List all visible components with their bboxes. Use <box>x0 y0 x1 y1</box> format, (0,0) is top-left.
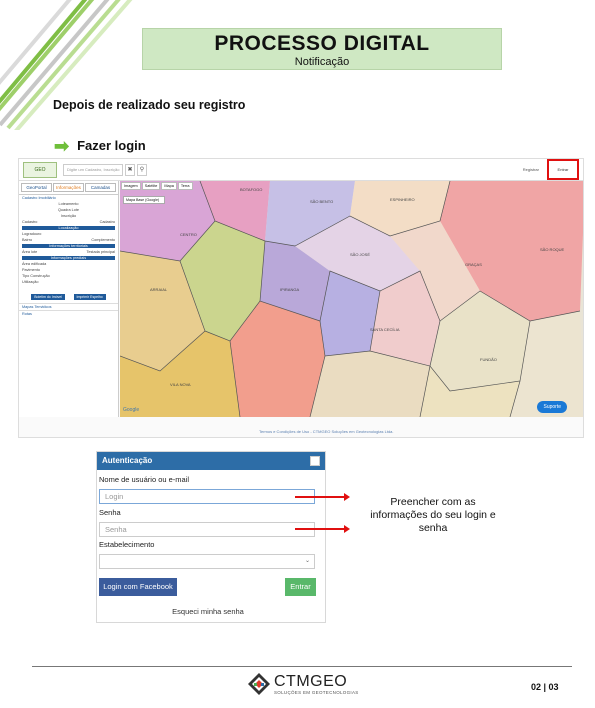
login-top-button[interactable]: Entrar <box>547 159 579 180</box>
register-link[interactable]: Registrar <box>523 167 539 172</box>
page-title: PROCESSO DIGITAL <box>214 32 430 55</box>
map-label: IPIRANGA <box>280 287 299 292</box>
map-label: SANTA CECÍLIA <box>370 327 400 332</box>
login-form-title: Autenticação <box>102 456 153 465</box>
sidebar-field: Área lote <box>22 250 38 254</box>
map-label: BOTAFOGO <box>240 187 262 192</box>
ctmgeo-logo-icon <box>248 673 270 695</box>
company-name: CTMGEO <box>274 672 348 690</box>
intro-text: Depois de realizado seu registro <box>53 98 246 112</box>
login-form-header: Autenticação <box>97 452 325 470</box>
geoportal-screenshot: GEO Digite um Cadastro, Inscrição ✖ ⚲ Re… <box>18 158 584 438</box>
sidebar-head: Informações territoriais <box>22 244 115 248</box>
sidebar-head: Informações prediais <box>22 256 115 260</box>
boletim-button[interactable]: Boletim do Imóvel <box>31 294 66 300</box>
tab-informacoes[interactable]: Informações <box>53 183 84 192</box>
establishment-select[interactable]: ⌄ <box>99 554 315 569</box>
map-tab[interactable]: Mapa <box>161 182 177 190</box>
google-logo: Google <box>123 407 140 413</box>
geoportal-topbar: GEO Digite um Cadastro, Inscrição ✖ ⚲ Re… <box>19 159 583 181</box>
sidebar-collapsed[interactable]: Rotas <box>19 310 118 317</box>
tab-camadas[interactable]: Camadas <box>85 183 116 192</box>
sidebar-line: Cadastro <box>22 220 38 224</box>
password-label: Senha <box>99 508 121 517</box>
page-number: 02 | 03 <box>531 682 559 692</box>
user-label: Nome de usuário ou e-mail <box>99 475 190 484</box>
map-regions: BOTAFOGO SÃO JOSÉ CENTRO ARRAIAL SANTA C… <box>120 181 583 417</box>
footer-logo: CTMGEO SOLUÇÕES EM GEOTECNOLOGIAS <box>248 673 359 695</box>
geoportal-sidebar: GeoPortal Informações Camadas Cadastro I… <box>19 181 119 417</box>
map-tab[interactable]: Imagem <box>121 182 141 190</box>
sidebar-field: Bairro <box>22 238 33 242</box>
sidebar-line: Cadastro <box>99 220 115 224</box>
instruction-note: Preencher com as informações do seu logi… <box>370 496 496 534</box>
chevron-down-icon: ⌄ <box>304 558 310 564</box>
map-label: ESPINHEIRO <box>390 197 415 202</box>
map-label: FUNDÃO <box>480 357 497 362</box>
sidebar-collapsed[interactable]: Mapas Temáticos <box>19 303 118 310</box>
arrow-right-icon: ➡ <box>54 135 70 156</box>
sidebar-head: Localização <box>22 226 115 230</box>
map-label: SÃO BENTO <box>310 199 333 204</box>
search-icon[interactable]: ⚲ <box>137 164 147 176</box>
map-label: SÃO ROQUE <box>540 247 565 252</box>
map-label: GRAÇAS <box>465 262 482 267</box>
geoportal-logo: GEO <box>23 162 57 178</box>
page-subtitle: Notificação <box>294 56 350 68</box>
map-label: CENTRO <box>180 232 197 237</box>
title-banner: PROCESSO DIGITAL Notificação <box>142 28 502 70</box>
footer-divider <box>32 666 572 667</box>
arrow-pointer-icon <box>295 493 350 501</box>
password-input[interactable]: Senha <box>99 522 315 537</box>
step-label: Fazer login <box>77 138 146 153</box>
map-type-tabs: Imagem Satélite Mapa Terra <box>120 181 194 191</box>
forgot-password-link[interactable]: Esqueci minha senha <box>97 607 319 616</box>
map-label: SÃO JOSÉ <box>350 252 370 257</box>
map-base-select[interactable]: Mapa Base (Google) <box>123 196 165 204</box>
company-tagline: SOLUÇÕES EM GEOTECNOLOGIAS <box>274 689 359 695</box>
espelho-button[interactable]: Imprimir Espelho <box>73 294 106 300</box>
terms-link[interactable]: Termos e Condições de Uso - CTMGEO Soluç… <box>259 429 394 434</box>
map-label: ARRAIAL <box>150 287 168 292</box>
map-search-input[interactable]: Digite um Cadastro, Inscrição <box>63 164 123 176</box>
sidebar-field: Testada principal <box>86 250 116 254</box>
map-label: VILA NOVA <box>170 382 191 387</box>
sidebar-field: Complemento <box>91 238 115 242</box>
establishment-label: Estabelecimento <box>99 540 155 549</box>
tab-geoportal[interactable]: GeoPortal <box>21 183 52 192</box>
window-toggle-icon[interactable] <box>310 456 320 466</box>
facebook-login-button[interactable]: Login com Facebook <box>99 578 177 596</box>
clear-icon[interactable]: ✖ <box>125 164 135 176</box>
map-view[interactable]: BOTAFOGO SÃO JOSÉ CENTRO ARRAIAL SANTA C… <box>120 181 583 417</box>
map-tab[interactable]: Terra <box>177 182 193 190</box>
support-button[interactable]: Suporte <box>537 401 567 413</box>
submit-login-button[interactable]: Entrar <box>285 578 316 596</box>
step-login: ➡ Fazer login <box>54 135 146 156</box>
arrow-pointer-icon <box>295 525 350 533</box>
user-input[interactable]: Login <box>99 489 315 504</box>
map-tab[interactable]: Satélite <box>141 182 161 190</box>
